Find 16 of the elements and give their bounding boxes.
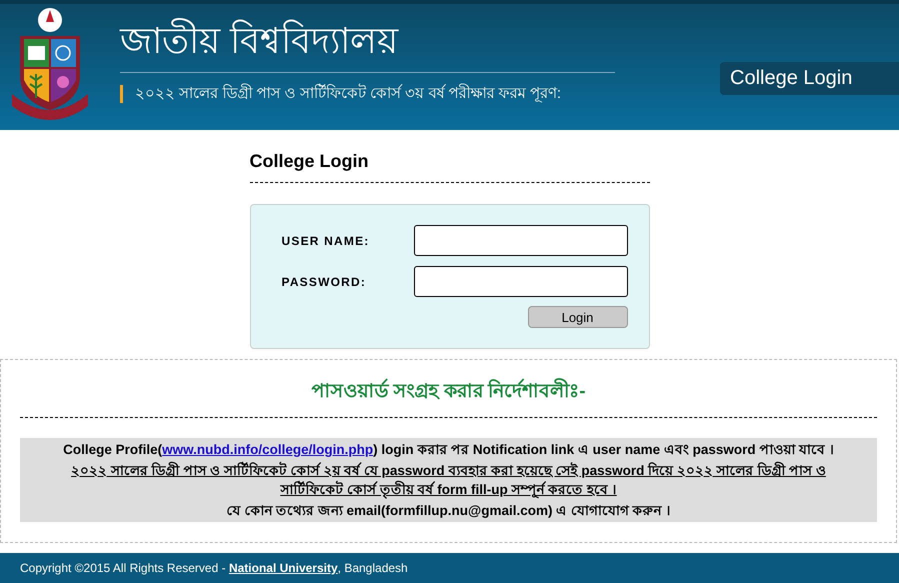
site-title: জাতীয় বিশ্ববিদ্যালয় xyxy=(120,17,400,63)
field-label: USER NAME: xyxy=(282,234,370,248)
instruction-text: যে কোন তথ্যের জন্য email(formfillup.nu@gmail.com) এ যোগাযোগ করুন । xyxy=(226,502,672,520)
exam-subtitle: ২০২২ সালের ডিগ্রী পাস ও সার্টিফিকেট কোর্স ৩য় বর্ষ পরীক্ষার ফরম পূরণ: xyxy=(120,85,615,103)
input-field[interactable] xyxy=(414,225,628,256)
instruction-text: ২০২২ সালের ডিগ্রী পাস ও সার্টিফিকেট কোর্স ২য় বর্ষ যে password ব্যবহার করা হয়েছে সেই password দিয়ে ২০২২ সালের ডিগ্রী পাস ও সার্টিফিকেট কোর্স তৃতীয় বর্ষ form fill-up সম্পূর্ন করতে হবে । xyxy=(70,460,827,499)
login-button[interactable]: Login xyxy=(528,306,628,328)
login-heading: College Login xyxy=(250,150,370,172)
instructions-heading: পাসওয়ার্ড সংগ্রহ করার নির্দেশাবলীঃ- xyxy=(20,378,877,406)
field-label: PASSWORD: xyxy=(282,274,366,288)
instruction-text: College Profile(www.nubd.info/college/login.php) login করার পর Notification link এ user name এবং password পাওয়া যাবে । xyxy=(62,441,835,459)
university-link[interactable]: National University xyxy=(228,561,338,575)
profile-link[interactable]: www.nubd.info/college/login.php xyxy=(162,442,374,457)
copyright-text: Copyright ©2015 All Rights Reserved - National University, Bangladesh xyxy=(20,561,408,575)
input-field[interactable] xyxy=(414,266,628,297)
college-login-tab[interactable]: College Login xyxy=(720,62,899,95)
